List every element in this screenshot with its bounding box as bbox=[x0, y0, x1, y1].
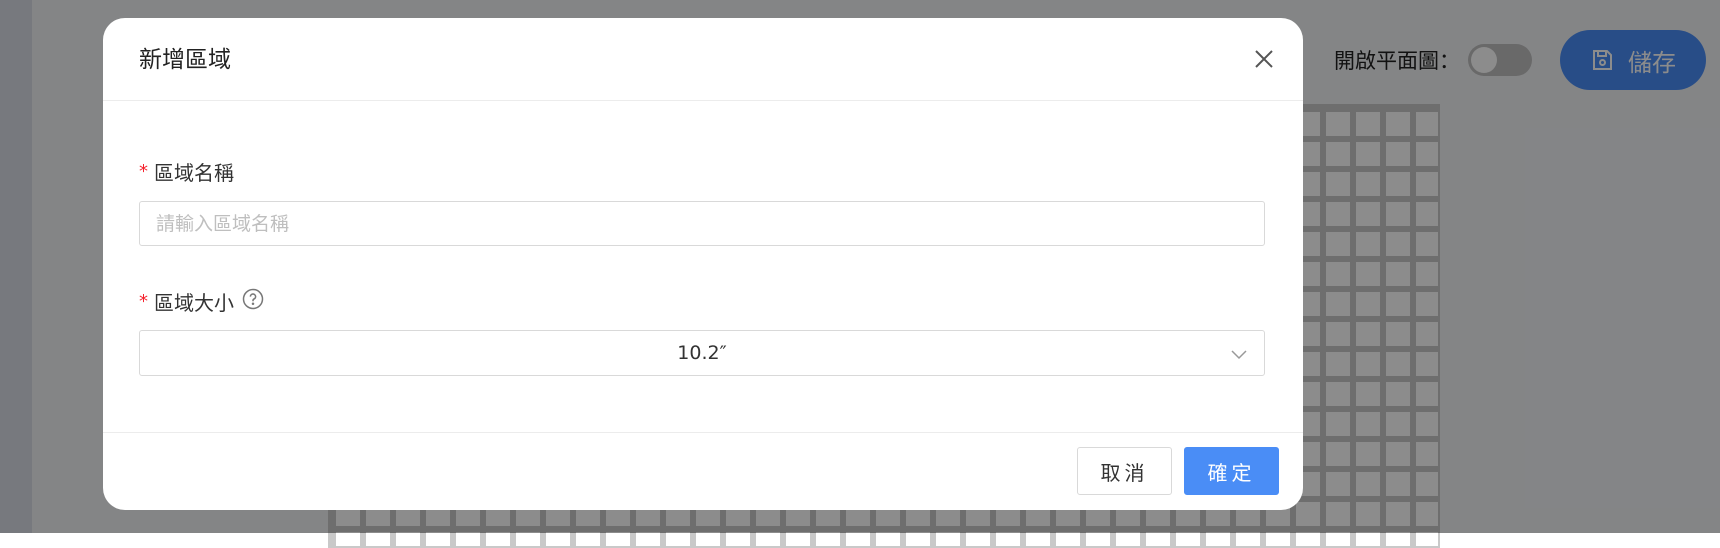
area-size-select[interactable]: 10.2″ bbox=[139, 330, 1265, 376]
cancel-button[interactable]: 取消 bbox=[1077, 447, 1172, 495]
required-star: * bbox=[139, 160, 148, 182]
area-size-selected-value: 10.2″ bbox=[677, 342, 727, 364]
required-star: * bbox=[139, 290, 148, 312]
question-circle-icon[interactable] bbox=[242, 288, 264, 315]
dialog-footer: 取消 確定 bbox=[103, 432, 1303, 510]
area-size-label-row: * 區域大小 bbox=[139, 286, 264, 316]
area-name-label-row: * 區域名稱 bbox=[139, 156, 234, 186]
confirm-button[interactable]: 確定 bbox=[1184, 447, 1279, 495]
add-area-dialog: 新增區域 * 區域名稱 * 區域大小 10.2″ bbox=[103, 18, 1303, 510]
close-icon[interactable] bbox=[1249, 44, 1279, 74]
chevron-down-icon bbox=[1230, 345, 1248, 368]
dialog-header: 新增區域 bbox=[103, 18, 1303, 101]
area-name-label: 區域名稱 bbox=[154, 160, 234, 185]
area-name-input[interactable] bbox=[139, 201, 1265, 246]
area-size-label: 區域大小 bbox=[154, 290, 234, 315]
dialog-title: 新增區域 bbox=[139, 47, 231, 73]
